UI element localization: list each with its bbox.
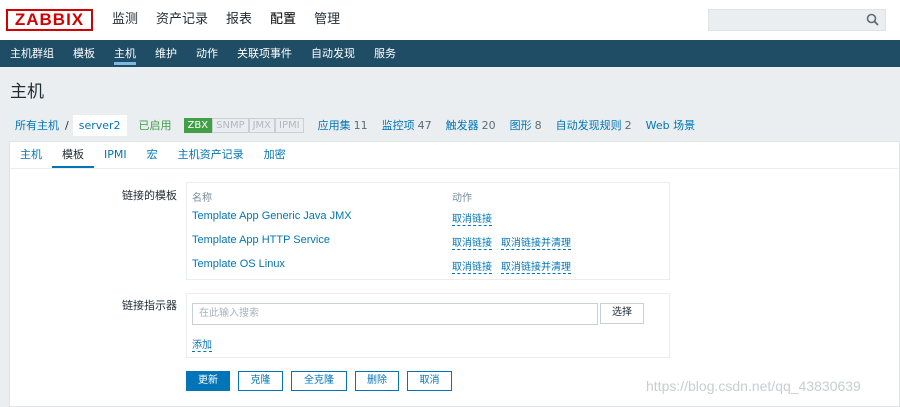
- host-link-label: 监控项: [381, 119, 415, 132]
- link-new-templates-box: 在此输入搜索 选择 添加: [186, 293, 670, 358]
- sub-menu-services[interactable]: 服务: [369, 40, 401, 67]
- sub-menu-actions[interactable]: 动作: [191, 40, 223, 67]
- host-link-applications[interactable]: 应用集 11: [318, 117, 368, 133]
- column-header-action: 动作: [452, 193, 472, 204]
- host-link-items[interactable]: 监控项 47: [382, 117, 432, 133]
- unlink-button[interactable]: 取消链接: [452, 210, 492, 226]
- global-search-input[interactable]: [708, 9, 886, 31]
- template-search-input[interactable]: 在此输入搜索: [192, 303, 598, 325]
- host-link-label: 应用集: [317, 119, 351, 132]
- tab-macros[interactable]: 宏: [137, 142, 168, 168]
- breadcrumb-current-host[interactable]: server2: [72, 114, 127, 136]
- zabbix-logo[interactable]: ZABBIX: [6, 9, 93, 31]
- top-bar: ZABBIX 监测 资产记录 报表 配置 管理: [0, 0, 900, 40]
- tab-divider: [10, 168, 899, 169]
- linked-templates-table: 名称 动作 Template App Generic Java JMX 取消链接…: [186, 182, 670, 280]
- full-clone-button[interactable]: 全克隆: [291, 371, 347, 391]
- template-link-http-service[interactable]: Template App HTTP Service: [192, 234, 330, 246]
- linked-templates-label: 链接的模板: [122, 189, 177, 202]
- tab-templates[interactable]: 模板: [52, 142, 94, 168]
- template-link-os-linux[interactable]: Template OS Linux: [192, 258, 285, 270]
- host-link-label: 图形: [509, 119, 532, 132]
- top-menu-inventory[interactable]: 资产记录: [148, 0, 216, 40]
- sub-menu-discovery[interactable]: 自动发现: [306, 40, 360, 67]
- host-link-web-scenarios[interactable]: Web 场景: [646, 117, 695, 133]
- availability-snmp: SNMP: [212, 117, 249, 133]
- host-link-count: 20: [481, 119, 496, 132]
- column-header-name: 名称: [192, 193, 212, 204]
- tab-host[interactable]: 主机: [10, 142, 52, 168]
- host-link-count: 2: [624, 119, 632, 132]
- sub-menu-templates[interactable]: 模板: [68, 40, 100, 67]
- breadcrumb-separator: /: [65, 118, 69, 132]
- link-new-templates-label: 链接指示器: [122, 299, 177, 312]
- cancel-button[interactable]: 取消: [407, 371, 452, 391]
- host-link-discovery-rules[interactable]: 自动发现规则 2: [556, 117, 632, 133]
- host-form-tabs: 主机 模板 IPMI 宏 主机资产记录 加密: [10, 142, 296, 168]
- tab-encryption[interactable]: 加密: [254, 142, 296, 168]
- breadcrumb-all-hosts[interactable]: 所有主机: [9, 117, 65, 133]
- top-menu-monitoring[interactable]: 监测: [104, 0, 146, 40]
- clone-button[interactable]: 克隆: [238, 371, 283, 391]
- page-title: 主机: [10, 82, 44, 102]
- host-link-triggers[interactable]: 触发器 20: [446, 117, 496, 133]
- top-menu-reports[interactable]: 报表: [218, 0, 260, 40]
- availability-zbx: ZBX: [183, 117, 213, 133]
- tab-inventory[interactable]: 主机资产记录: [168, 142, 254, 168]
- host-link-count: 47: [417, 119, 432, 132]
- update-button[interactable]: 更新: [186, 371, 230, 391]
- host-breadcrumb-bar: 所有主机 / server2 已启用 ZBX SNMP JMX IPMI 应用集…: [0, 111, 900, 139]
- unlink-and-clear-button[interactable]: 取消链接并清理: [501, 234, 571, 250]
- top-menu: 监测 资产记录 报表 配置 管理: [104, 0, 350, 40]
- tab-ipmi[interactable]: IPMI: [94, 142, 137, 168]
- availability-ipmi: IPMI: [275, 117, 304, 133]
- sub-menu: 主机群组 模板 主机 维护 动作 关联项事件 自动发现 服务: [0, 40, 900, 67]
- unlink-button[interactable]: 取消链接: [452, 234, 492, 250]
- host-link-count: 11: [353, 119, 368, 132]
- host-status-enabled: 已启用: [138, 119, 172, 132]
- host-link-label: Web 场景: [645, 119, 696, 132]
- sub-menu-correlation[interactable]: 关联项事件: [232, 40, 297, 67]
- host-link-label: 自动发现规则: [555, 119, 622, 132]
- watermark: https://blog.csdn.net/qq_43830639: [646, 378, 861, 394]
- sub-menu-maintenance[interactable]: 维护: [150, 40, 182, 67]
- add-template-link[interactable]: 添加: [192, 336, 212, 352]
- host-link-graphs[interactable]: 图形 8: [510, 117, 542, 133]
- host-link-label: 触发器: [445, 119, 479, 132]
- top-menu-configuration[interactable]: 配置: [262, 0, 304, 40]
- sub-menu-hosts[interactable]: 主机: [109, 40, 141, 67]
- unlink-and-clear-button[interactable]: 取消链接并清理: [501, 258, 571, 274]
- availability-indicators: ZBX SNMP JMX IPMI: [183, 117, 304, 133]
- host-form-panel: 主机 模板 IPMI 宏 主机资产记录 加密 链接的模板 名称 动作 Templ…: [9, 141, 900, 407]
- template-link-java-jmx[interactable]: Template App Generic Java JMX: [192, 210, 352, 222]
- delete-button[interactable]: 删除: [355, 371, 399, 391]
- top-menu-administration[interactable]: 管理: [306, 0, 348, 40]
- select-button[interactable]: 选择: [600, 303, 644, 324]
- availability-jmx: JMX: [248, 117, 276, 133]
- search-icon[interactable]: [865, 12, 881, 28]
- unlink-button[interactable]: 取消链接: [452, 258, 492, 274]
- sub-menu-host-groups[interactable]: 主机群组: [5, 40, 59, 67]
- host-link-count: 8: [534, 119, 542, 132]
